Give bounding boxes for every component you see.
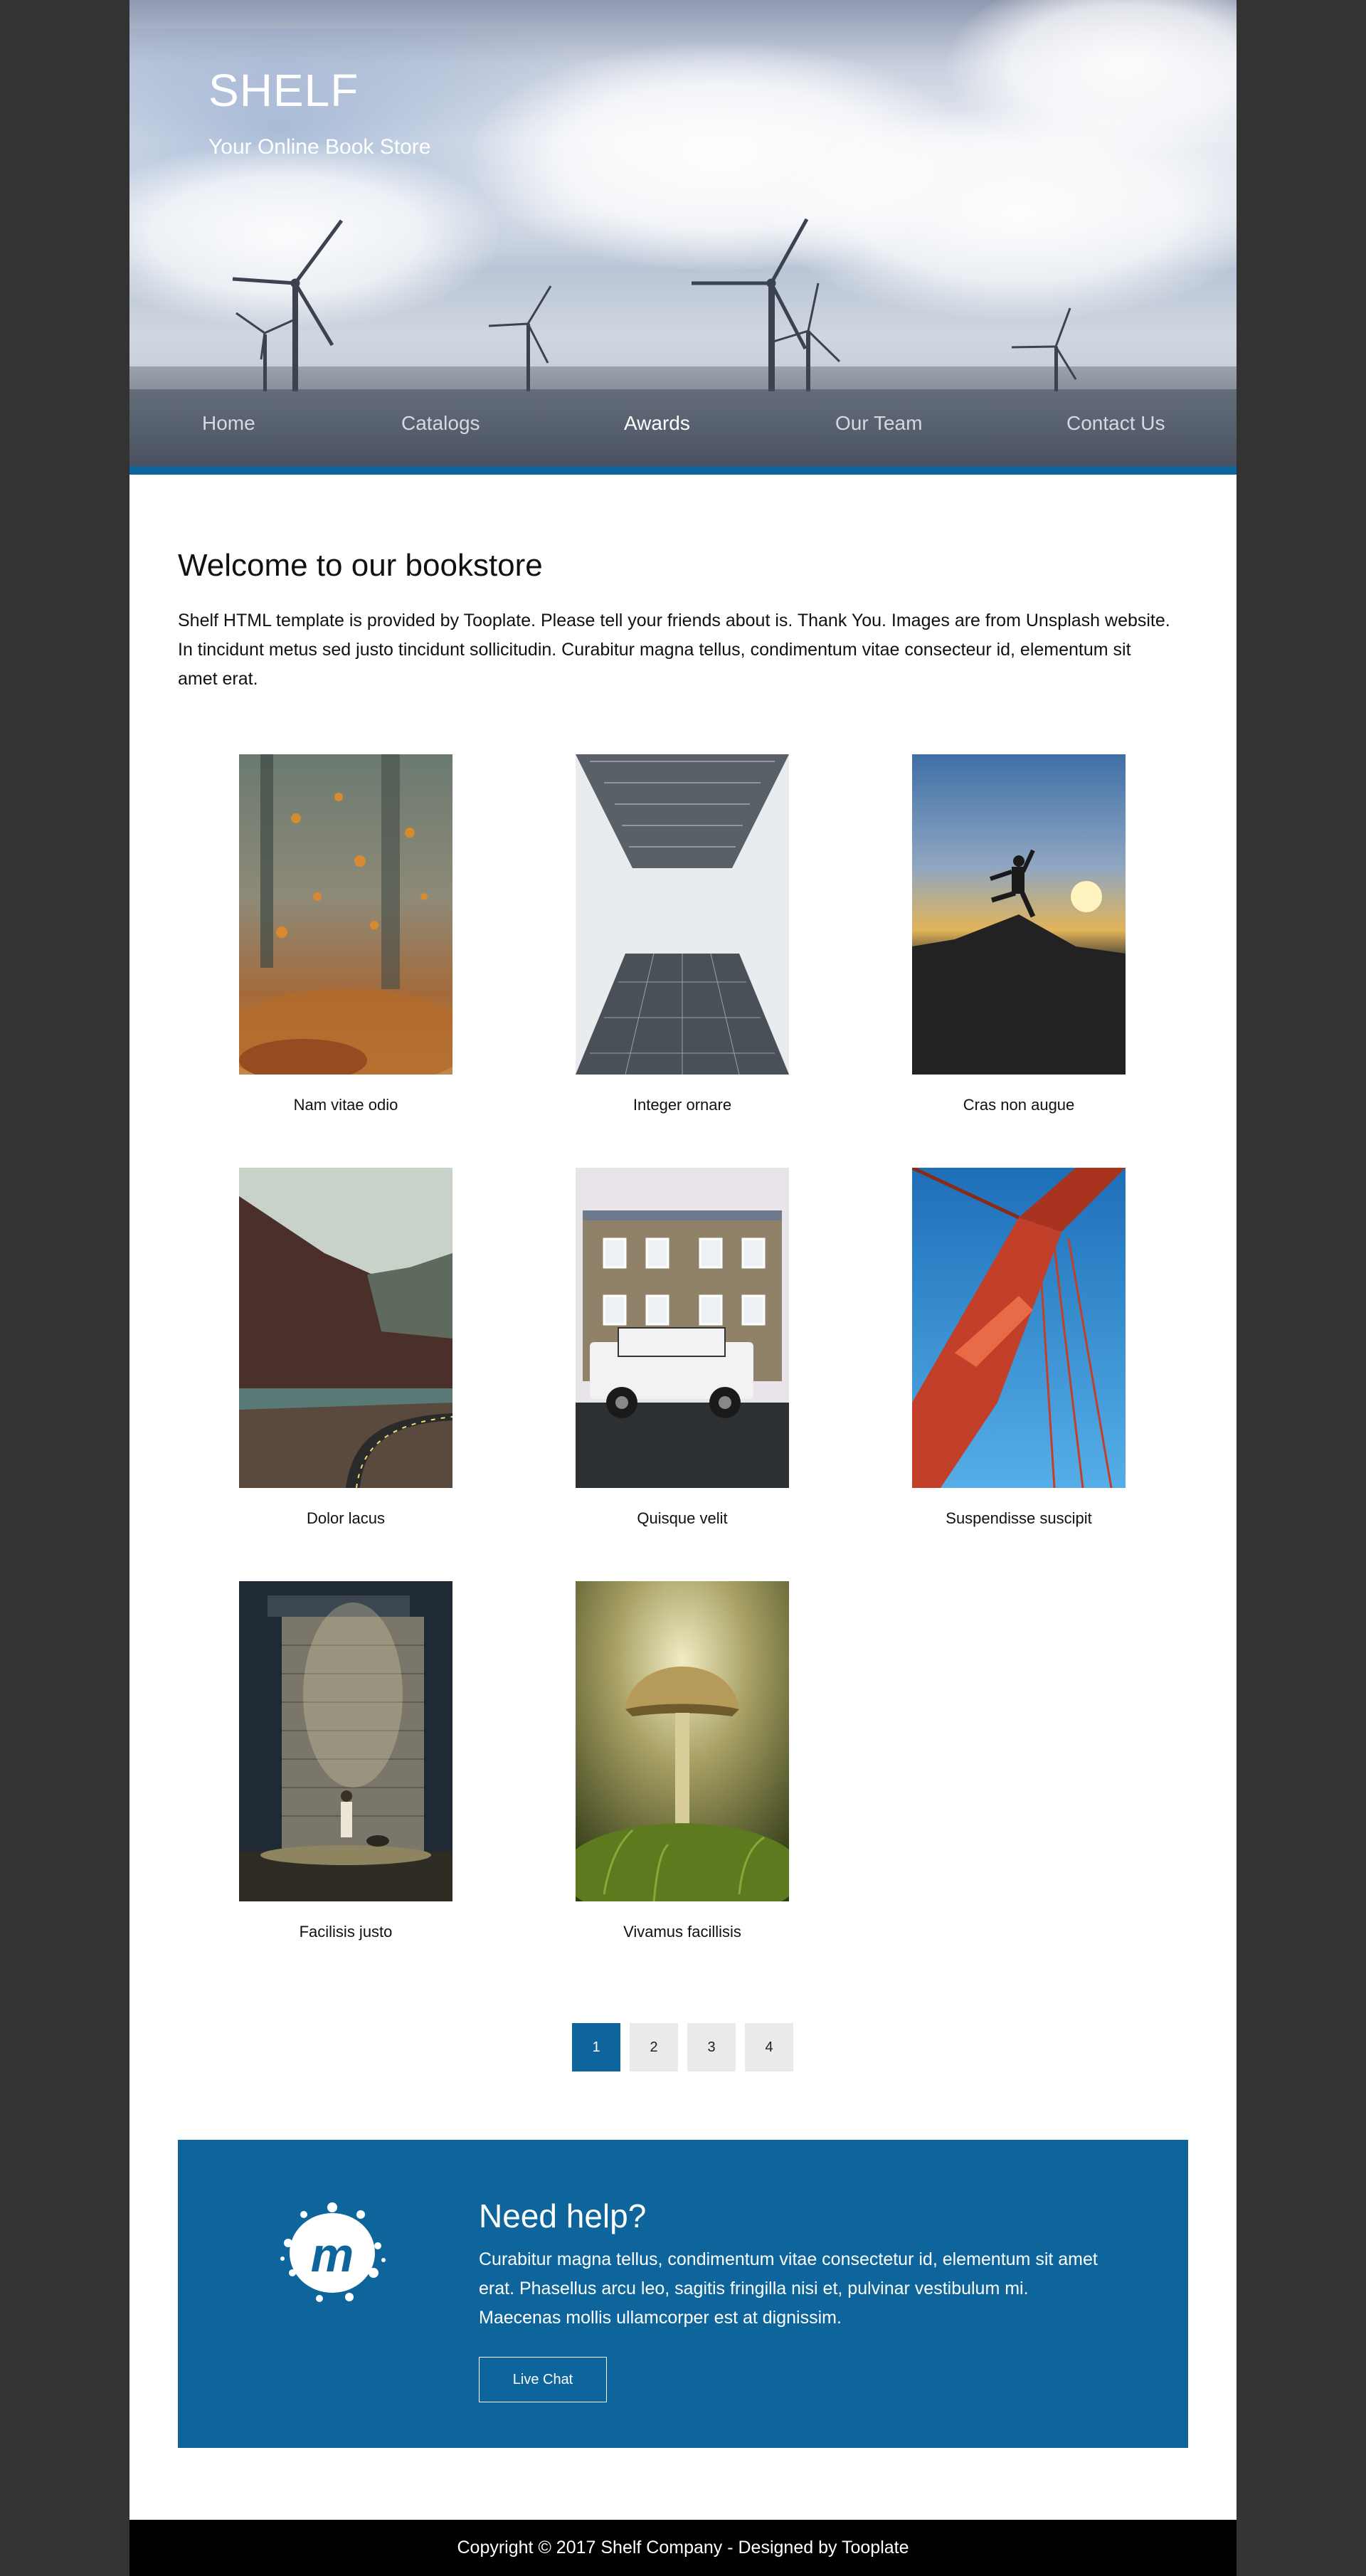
help-section: m Need help? Curabitur magna tellus, con… — [178, 2140, 1188, 2448]
nav-item-our-team[interactable]: Our Team — [835, 412, 922, 435]
gallery-caption[interactable]: Integer ornare — [576, 1096, 789, 1114]
page-button-2[interactable]: 2 — [630, 2023, 678, 2071]
site-tagline: Your Online Book Store — [208, 135, 431, 159]
gallery-caption[interactable]: Vivamus facillisis — [576, 1923, 789, 1941]
wall-child-photo[interactable] — [239, 1581, 452, 1901]
gallery-caption[interactable]: Nam vitae odio — [239, 1096, 452, 1114]
gallery-item[interactable]: Vivamus facillisis — [576, 1581, 789, 1941]
nav-item-catalogs[interactable]: Catalogs — [401, 412, 480, 435]
nav-item-contact-us[interactable]: Contact Us — [1066, 412, 1165, 435]
page-button-4[interactable]: 4 — [745, 2023, 793, 2071]
gallery-item[interactable]: Quisque velit — [576, 1168, 789, 1528]
gallery-caption[interactable]: Dolor lacus — [239, 1509, 452, 1528]
page-button-1[interactable]: 1 — [572, 2023, 620, 2071]
gallery-caption[interactable]: Suspendisse suscipit — [912, 1509, 1126, 1528]
welcome-text: Shelf HTML template is provided by Toopl… — [178, 611, 1170, 689]
svg-text:m: m — [311, 2228, 354, 2282]
footer: Copyright © 2017 Shelf Company - Designe… — [129, 2520, 1237, 2576]
gallery-item[interactable]: Nam vitae odio — [239, 754, 452, 1114]
page-container: SHELF Your Online Book Store Home Catalo… — [129, 0, 1237, 2576]
gallery-caption[interactable]: Cras non augue — [912, 1096, 1126, 1114]
gallery-item[interactable]: Suspendisse suscipit — [912, 1168, 1126, 1528]
gallery-item[interactable]: Integer ornare — [576, 754, 789, 1114]
site-brand[interactable]: SHELF — [208, 64, 359, 117]
gallery-item[interactable]: Dolor lacus — [239, 1168, 452, 1528]
skyscrapers-photo[interactable] — [576, 754, 789, 1075]
meetup-logo-icon: m — [280, 2202, 386, 2302]
help-title: Need help? — [479, 2197, 647, 2234]
mountain-road-photo[interactable] — [239, 1168, 452, 1488]
copyright-text: Copyright © 2017 Shelf Company - Designe… — [457, 2538, 909, 2557]
autumn-leaves-photo[interactable] — [239, 754, 452, 1075]
gallery-item[interactable]: Cras non augue — [912, 754, 1126, 1114]
live-chat-button[interactable]: Live Chat — [479, 2357, 607, 2402]
welcome-title: Welcome to our bookstore — [178, 548, 543, 583]
nav-accent-bar — [129, 466, 1237, 475]
hero-banner: SHELF Your Online Book Store Home Catalo… — [129, 0, 1237, 466]
page-button-3[interactable]: 3 — [687, 2023, 736, 2071]
main-navigation: Home Catalogs Awards Our Team Contact Us — [129, 389, 1237, 466]
house-jeep-photo[interactable] — [576, 1168, 789, 1488]
mushroom-photo[interactable] — [576, 1581, 789, 1901]
help-text: Curabitur magna tellus, condimentum vita… — [479, 2249, 1098, 2328]
gallery-caption[interactable]: Facilisis justo — [239, 1923, 452, 1941]
sunset-jump-photo[interactable] — [912, 754, 1126, 1075]
red-bridge-photo[interactable] — [912, 1168, 1126, 1488]
gallery-item[interactable]: Facilisis justo — [239, 1581, 452, 1941]
nav-item-awards[interactable]: Awards — [624, 412, 690, 435]
nav-item-home[interactable]: Home — [202, 412, 255, 435]
gallery-caption[interactable]: Quisque velit — [576, 1509, 789, 1528]
